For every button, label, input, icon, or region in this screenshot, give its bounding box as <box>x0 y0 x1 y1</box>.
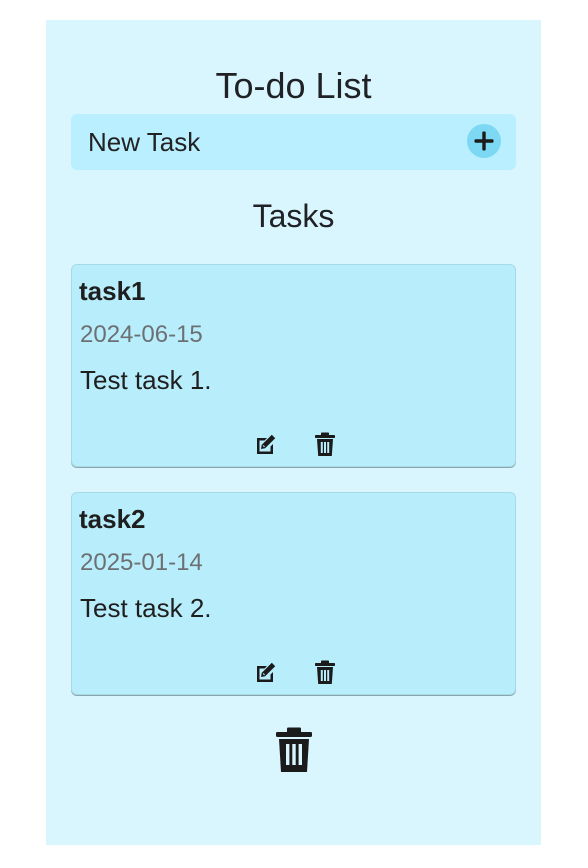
task-name: task2 <box>79 504 146 534</box>
edit-task-button[interactable] <box>249 657 281 689</box>
trash-icon <box>312 431 338 459</box>
new-task-bar[interactable]: New Task <box>71 114 516 170</box>
task-name: task1 <box>79 276 146 306</box>
task-card: task2 2025-01-14 Test task 2. <box>71 492 516 695</box>
delete-task-button[interactable] <box>309 429 341 461</box>
add-task-button[interactable] <box>467 124 501 158</box>
edit-icon <box>251 659 279 687</box>
task-date: 2024-06-15 <box>80 321 203 348</box>
task-actions <box>72 657 515 689</box>
delete-task-button[interactable] <box>309 657 341 689</box>
task-card: task1 2024-06-15 Test task 1. <box>71 264 516 467</box>
task-date: 2025-01-14 <box>80 549 203 576</box>
trash-icon <box>312 659 338 687</box>
new-task-label: New Task <box>88 127 201 157</box>
edit-task-button[interactable] <box>249 429 281 461</box>
edit-icon <box>251 431 279 459</box>
page-title: To-do List <box>215 65 372 106</box>
task-list: task1 2024-06-15 Test task 1. task2 2025… <box>71 264 516 720</box>
task-description: Test task 1. <box>80 365 212 395</box>
clear-all-tasks-button[interactable] <box>269 725 319 775</box>
task-description: Test task 2. <box>80 593 212 623</box>
tasks-heading: Tasks <box>252 198 335 234</box>
todo-app: To-do List New Task Tasks task1 2024-06-… <box>46 20 541 845</box>
plus-icon <box>472 129 496 153</box>
task-actions <box>72 429 515 461</box>
trash-icon <box>273 726 315 774</box>
